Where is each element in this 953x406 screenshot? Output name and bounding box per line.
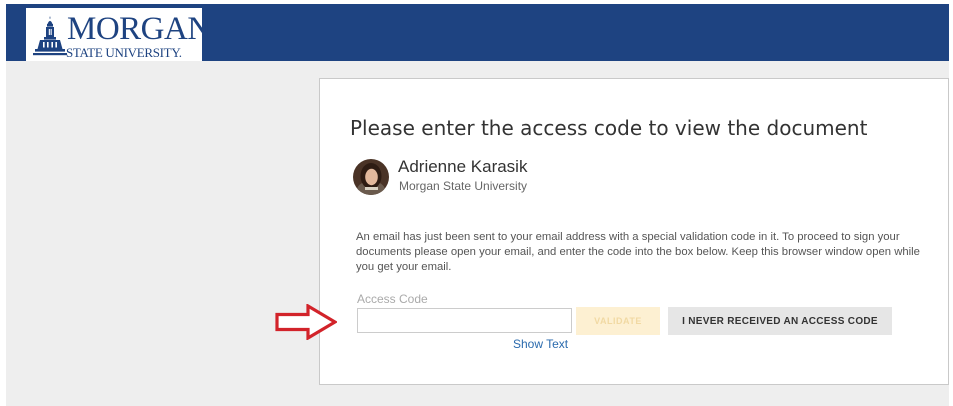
- logo: MORGAN STATE UNIVERSITY.: [26, 8, 211, 63]
- access-code-input[interactable]: [357, 308, 572, 333]
- page-title: Please enter the access code to view the…: [350, 116, 868, 140]
- logo-wordmark: MORGAN: [67, 11, 211, 47]
- page: MORGAN STATE UNIVERSITY. Please enter th…: [0, 0, 953, 406]
- validate-button[interactable]: VALIDATE: [576, 307, 660, 335]
- sender-organization: Morgan State University: [399, 179, 528, 193]
- access-code-card: Please enter the access code to view the…: [319, 78, 949, 385]
- header-bar: MORGAN STATE UNIVERSITY.: [6, 4, 949, 63]
- sender-name: Adrienne Karasik: [398, 157, 528, 176]
- red-arrow-right-icon: [275, 304, 337, 340]
- show-text-link[interactable]: Show Text: [513, 337, 568, 351]
- logo-subtitle: STATE UNIVERSITY.: [66, 45, 182, 60]
- avatar: [353, 159, 389, 195]
- morgan-state-tower-icon: [33, 16, 67, 56]
- instructions-text: An email has just been sent to your emai…: [356, 231, 920, 273]
- never-received-code-button[interactable]: I NEVER RECEIVED AN ACCESS CODE: [668, 307, 892, 335]
- avatar-photo-icon: [353, 159, 389, 195]
- access-code-label: Access Code: [357, 292, 428, 306]
